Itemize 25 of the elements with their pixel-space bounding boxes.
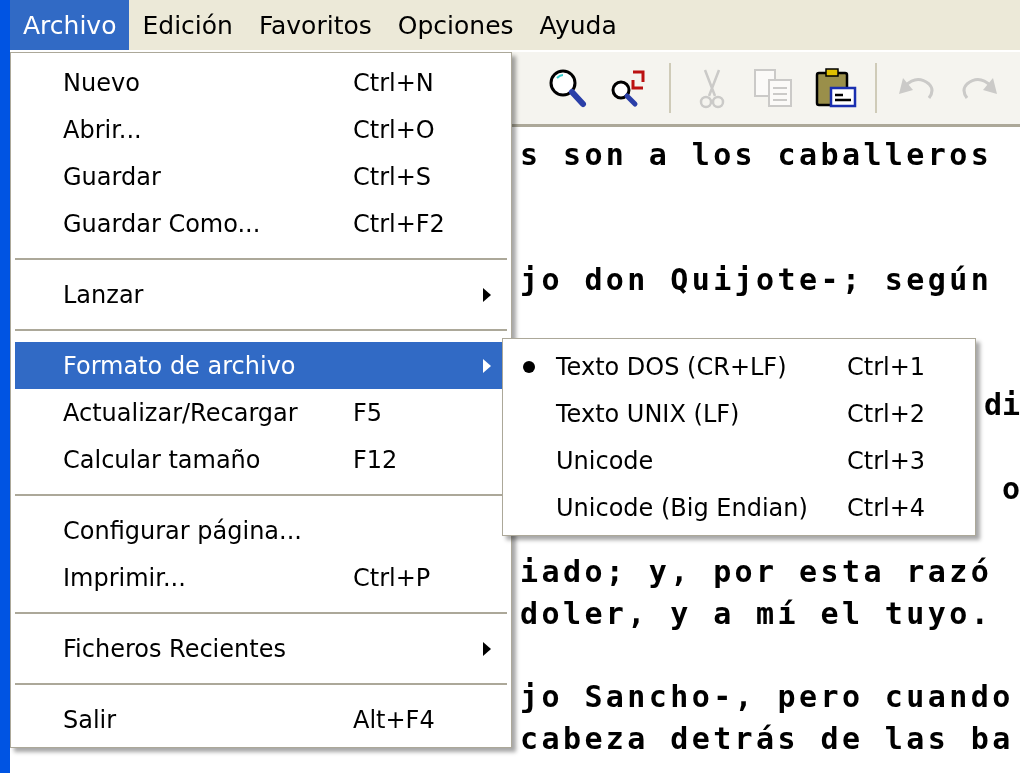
menu-item[interactable]: Lanzar	[11, 271, 511, 318]
menu-bar-item[interactable]: Favoritos	[245, 0, 385, 50]
menu-item[interactable]: Abrir... Ctrl+O	[11, 106, 511, 153]
menu-bar-item[interactable]: Opciones	[384, 0, 527, 50]
text-line: jo Sancho-, pero cuando	[520, 679, 1014, 715]
clipboard-icon[interactable]	[813, 66, 857, 110]
text-line: doler, y a mí el tuyo.	[520, 595, 993, 631]
menu-bar-item[interactable]: Archivo	[10, 0, 130, 50]
menu-item[interactable]: Ficheros Recientes	[11, 625, 511, 672]
menu-item[interactable]: Imprimir... Ctrl+P	[11, 554, 511, 601]
menu-item[interactable]: Nuevo Ctrl+N	[11, 59, 511, 106]
menu-item[interactable]: Texto UNIX (LF) Ctrl+2	[503, 390, 975, 437]
menu-bar-item[interactable]: Edición	[129, 0, 246, 50]
text-line: di	[983, 387, 1020, 423]
text-line: iado; y, por esta razó	[520, 554, 993, 590]
text-line: s son a los caballeros	[520, 137, 993, 173]
menu-bar-item[interactable]: Ayuda	[526, 0, 630, 50]
menu-item[interactable]: Guardar Como... Ctrl+F2	[11, 200, 511, 247]
text-line: o	[1001, 470, 1020, 506]
text-line: cabeza detrás de las ba	[520, 720, 1014, 756]
menu-item[interactable]: Salir Alt+F4	[11, 696, 511, 743]
menu-item[interactable]: Unicode Ctrl+3	[503, 437, 975, 484]
menu-item[interactable]: Guardar Ctrl+S	[11, 153, 511, 200]
text-line: jo don Quijote-; según	[520, 262, 993, 298]
menu-item[interactable]: Unicode (Big Endian) Ctrl+4	[503, 484, 975, 531]
